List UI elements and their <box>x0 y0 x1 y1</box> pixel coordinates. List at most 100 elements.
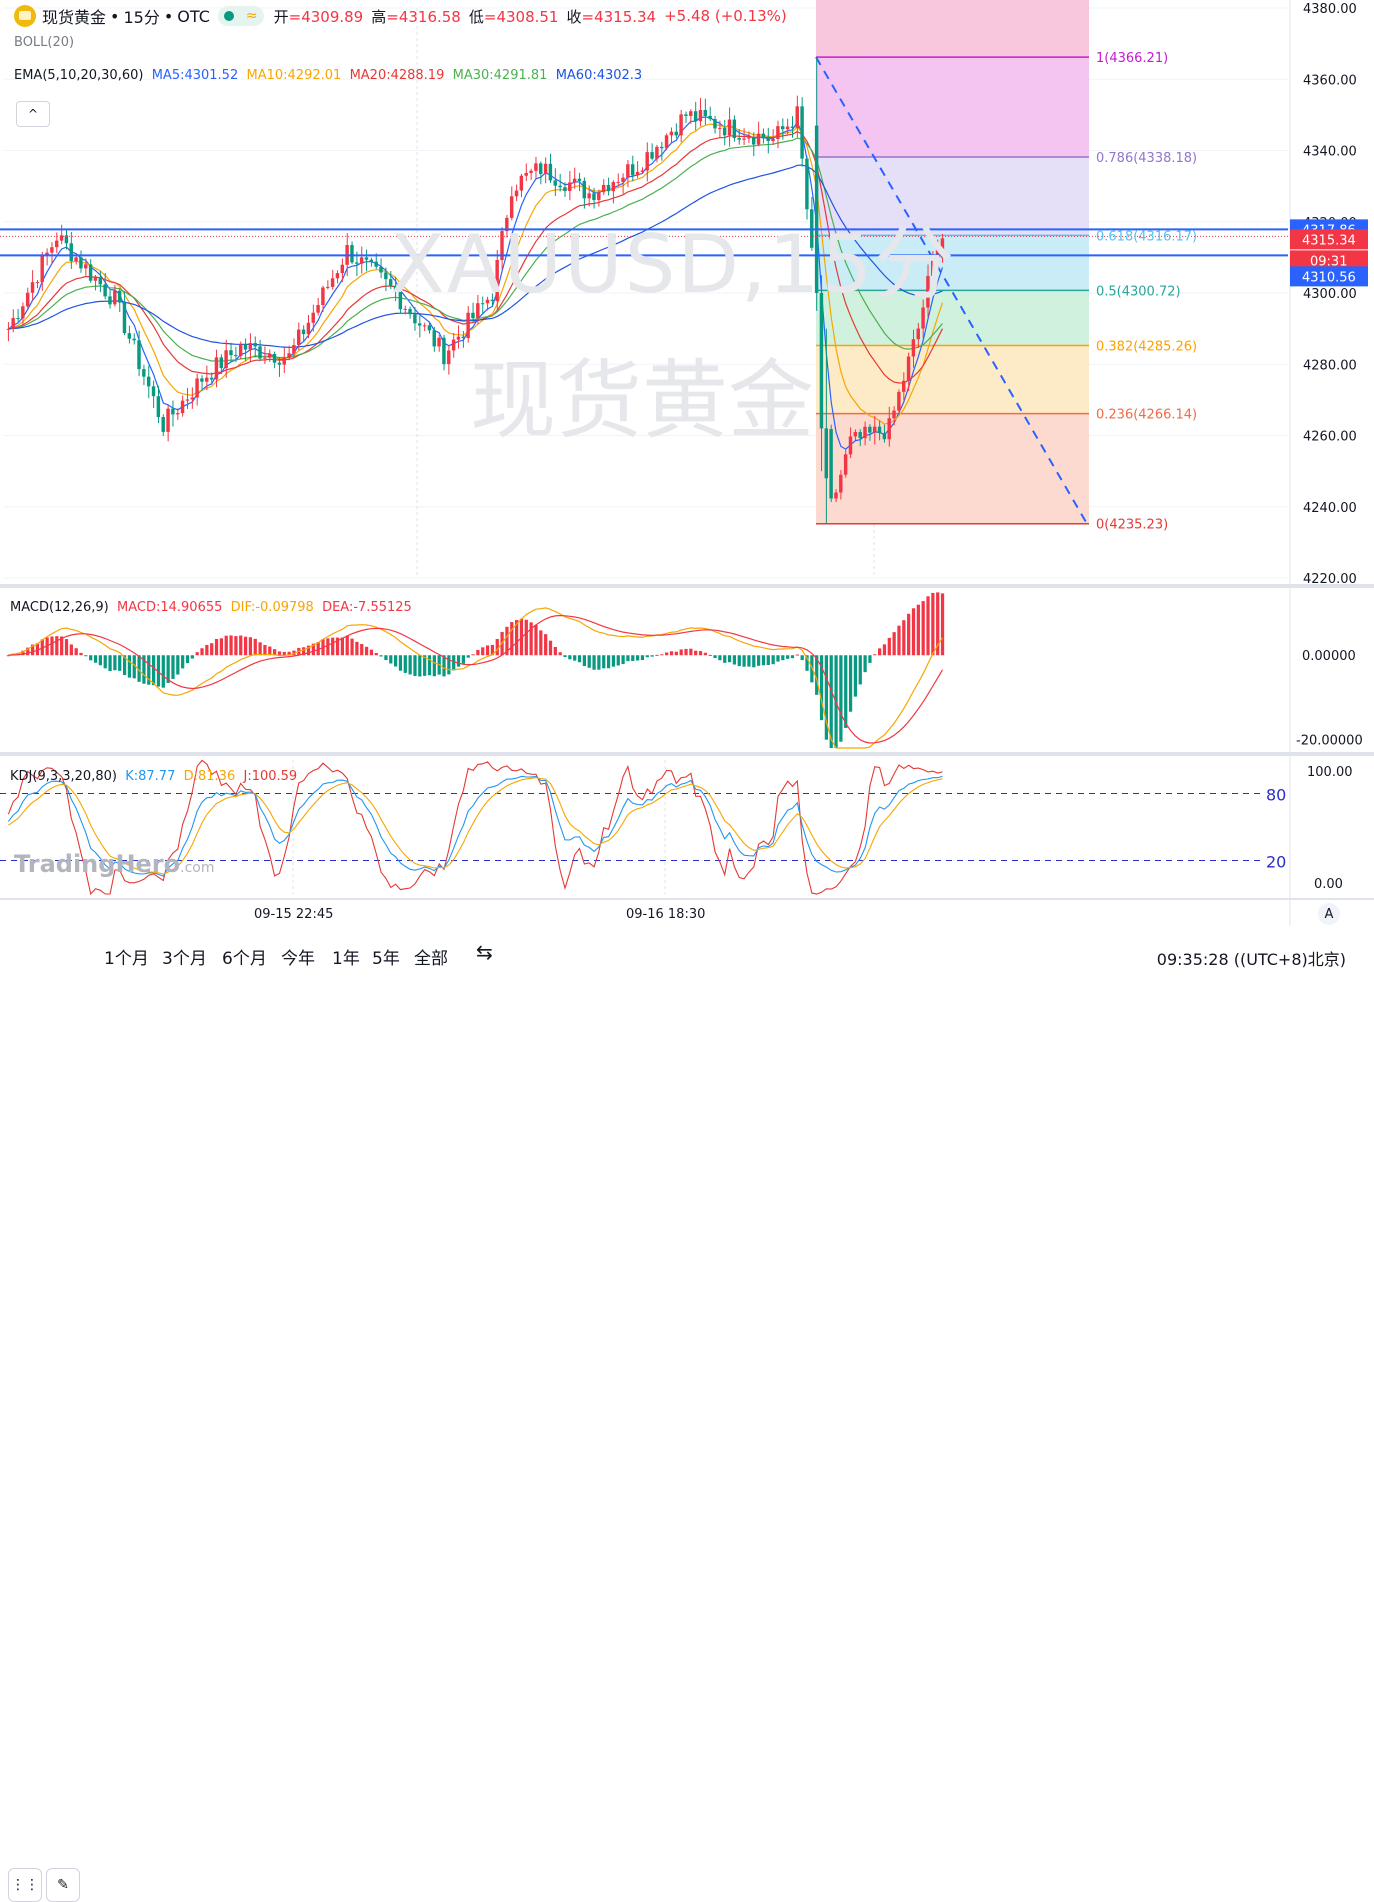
candle-body <box>442 337 446 365</box>
collapse-legend-button[interactable]: ^ <box>16 101 50 127</box>
kdj-tick-label: 100.00 <box>1307 765 1353 780</box>
macd-histogram-bar <box>703 652 707 656</box>
macd-histogram-bar <box>360 644 364 656</box>
range-ytd-button[interactable]: 今年 <box>281 944 315 969</box>
macd-histogram-bar <box>558 652 562 656</box>
candle-body <box>732 119 737 139</box>
candle-body <box>718 127 722 129</box>
open-label: 开 <box>273 7 289 26</box>
close-number: =4315.34 <box>581 7 657 26</box>
macd-histogram-bar <box>853 655 858 697</box>
macd-histogram-bar <box>548 640 553 656</box>
range-1m-button[interactable]: 1个月 <box>104 944 149 969</box>
candle-body <box>539 163 543 175</box>
range-6m-button[interactable]: 6个月 <box>222 944 267 969</box>
macd-histogram-bar <box>171 655 175 679</box>
candle-body <box>432 330 436 347</box>
candle-body <box>374 261 378 267</box>
candle-body <box>606 184 611 192</box>
candle-body <box>180 400 185 414</box>
ema-legend[interactable]: EMA(5,10,20,30,60) MA5:4301.52 MA10:4292… <box>14 68 642 83</box>
date-range-icon[interactable]: ⇆ <box>476 940 493 964</box>
kdj-reference-label: 20 <box>1266 853 1286 872</box>
candle-body <box>882 433 887 440</box>
candle-body <box>151 386 156 397</box>
market-open-dot-icon <box>223 11 234 21</box>
candle-body <box>771 138 775 142</box>
candle-body <box>427 325 432 331</box>
legend-header[interactable]: 现货黄金 • 15分 • OTC ≈ 开=4309.89 高=4316.58 低… <box>14 4 795 28</box>
price-tick-label: 4380.00 <box>1303 2 1357 17</box>
candle-body <box>645 152 649 171</box>
macd-pane <box>6 592 945 749</box>
candle-body <box>635 171 640 176</box>
candle-body <box>524 172 528 176</box>
range-3m-button[interactable]: 3个月 <box>162 944 207 969</box>
macd-histogram-bar <box>355 641 359 656</box>
macd-histogram-bar <box>340 637 344 656</box>
candle-body <box>335 273 340 279</box>
macd-histogram-bar <box>364 646 369 656</box>
candle-body <box>238 344 243 357</box>
interval-label: 15分 <box>123 8 160 27</box>
macd-histogram-bar <box>456 655 461 667</box>
range-1y-button[interactable]: 1年 <box>332 944 360 969</box>
auto-scale-button[interactable]: A <box>1318 903 1340 925</box>
macd-histogram-bar <box>345 635 349 656</box>
candle-body <box>79 257 83 269</box>
draw-tool-icon[interactable]: ✎ <box>46 1868 80 1902</box>
macd-histogram-bar <box>640 655 645 661</box>
fib-level-label: 1(4366.21) <box>1096 51 1168 66</box>
range-5y-button[interactable]: 5年 <box>372 944 400 969</box>
candle-body <box>384 272 388 280</box>
macd-histogram-bar <box>839 655 843 742</box>
range-all-button[interactable]: 全部 <box>414 944 448 969</box>
macd-histogram-bar <box>379 655 383 657</box>
chart-canvas[interactable]: 80 20 4220.00 4240.00 4260.00 4280.00 4300.00… <box>0 0 1374 984</box>
d-value: D:81.36 <box>183 769 236 784</box>
macd-legend[interactable]: MACD(12,26,9) MACD:14.90655 DIF:-0.09798… <box>10 600 412 615</box>
candle-body <box>601 184 606 193</box>
macd-histogram-bar <box>403 655 407 673</box>
macd-histogram-bar <box>723 655 727 663</box>
candle-body <box>916 328 920 340</box>
market-status-badge[interactable]: ≈ <box>217 6 264 26</box>
candle-body <box>190 397 194 400</box>
macd-histogram-bar <box>573 655 577 661</box>
candle-body <box>785 126 790 130</box>
macd-histogram-bar <box>118 655 122 671</box>
candle-body <box>137 340 141 370</box>
pane-separator <box>0 584 1374 588</box>
time-axis[interactable]: 09-15 22:45 09-16 18:30 <box>254 907 705 922</box>
macd-histogram-bar <box>408 655 412 675</box>
macd-histogram-bar <box>887 637 891 656</box>
change-value: +5.48 (+0.13%) <box>664 7 787 25</box>
price-axis[interactable]: 4220.004240.004260.004280.004300.004320.… <box>1290 2 1368 892</box>
fib-zone <box>816 413 1089 524</box>
fib-zone <box>816 57 1089 157</box>
drag-handle-icon[interactable]: ⋮⋮ <box>8 1868 42 1902</box>
macd-histogram-bar <box>873 654 877 656</box>
macd-histogram-bar <box>577 655 582 663</box>
macd-histogram-bar <box>234 636 238 656</box>
clock-timezone[interactable]: 09:35:28 ((UTC+8)北京) <box>1157 946 1346 970</box>
candle-body <box>766 138 770 142</box>
macd-histogram-bar <box>858 655 862 685</box>
macd-histogram-bar <box>790 655 795 659</box>
macd-histogram-bar <box>597 655 601 670</box>
candle-body <box>316 304 320 313</box>
boll-legend[interactable]: BOLL(20) <box>14 35 74 50</box>
macd-histogram-bar <box>152 655 156 686</box>
macd-histogram-bar <box>181 655 185 669</box>
fib-zone <box>816 345 1089 414</box>
candle-body <box>529 170 533 173</box>
kdj-legend[interactable]: KDJ(9,3,3,20,80) K:87.77 D:81.36 J:100.5… <box>10 769 297 784</box>
candle-body <box>911 339 916 357</box>
low-label: 低 <box>468 7 484 26</box>
macd-histogram-bar <box>534 625 538 656</box>
candle-body <box>843 454 848 475</box>
candle-body <box>582 180 586 199</box>
exchange-label: OTC <box>177 6 210 26</box>
macd-histogram-bar <box>205 644 209 656</box>
macd-histogram-bar <box>616 655 620 666</box>
